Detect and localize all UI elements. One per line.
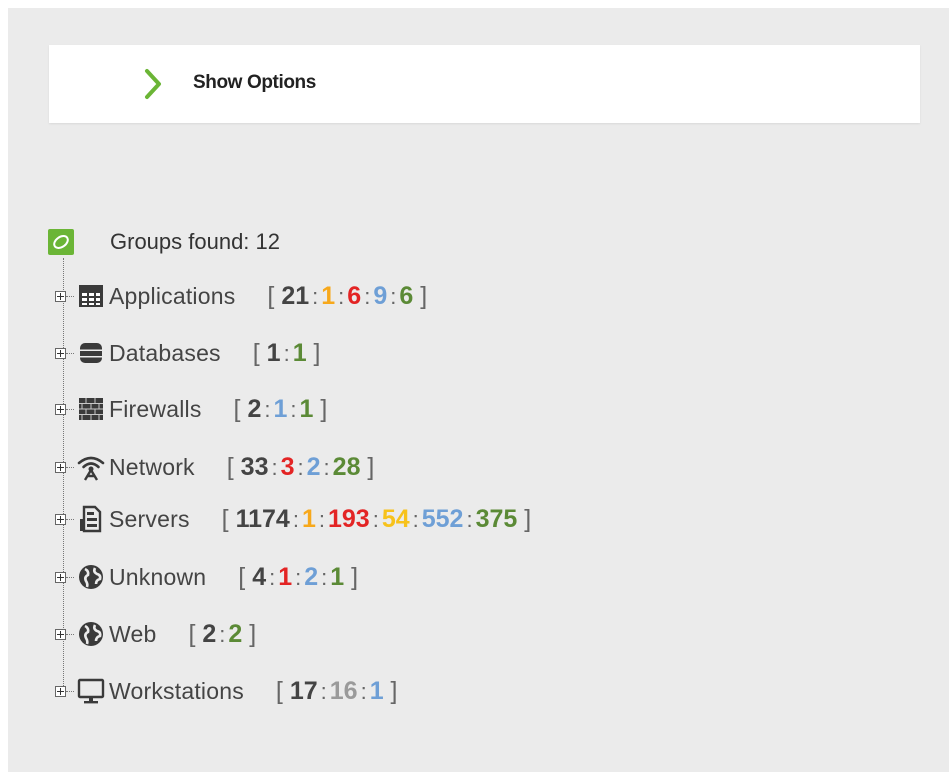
- status-count: 193: [327, 504, 370, 533]
- tree-row-databases[interactable]: Databases [ 1:1 ]: [55, 336, 321, 370]
- status-count: 33: [240, 452, 269, 481]
- tree-row-firewalls[interactable]: Firewalls [ 2:1:1 ]: [55, 392, 327, 426]
- status-count: 1: [299, 394, 314, 423]
- tree-branch-line: [66, 518, 74, 520]
- status-count: 375: [475, 504, 518, 533]
- expand-plus-icon[interactable]: [55, 571, 66, 583]
- status-count: 6: [347, 281, 362, 310]
- group-status-counts: [ 33:3:2:28 ]: [226, 452, 375, 481]
- server-icon: [76, 504, 106, 534]
- antenna-icon: [76, 452, 106, 482]
- status-count: 1: [369, 676, 384, 705]
- status-count: 1: [278, 562, 293, 591]
- status-count: 1: [301, 504, 316, 533]
- status-count: 552: [421, 504, 464, 533]
- group-status-counts: [ 2:1:1 ]: [233, 394, 328, 423]
- chevron-right-icon: [145, 69, 161, 99]
- expand-plus-icon[interactable]: [55, 513, 66, 525]
- group-name[interactable]: Workstations: [109, 678, 244, 705]
- status-count: 2: [304, 562, 319, 591]
- expand-plus-icon[interactable]: [55, 461, 66, 473]
- status-count: 54: [381, 504, 410, 533]
- expand-plus-icon[interactable]: [55, 628, 66, 640]
- tree-branch-line: [66, 295, 74, 297]
- group-name[interactable]: Unknown: [109, 564, 206, 591]
- status-count: 1: [292, 338, 307, 367]
- expand-plus-icon[interactable]: [55, 685, 66, 697]
- tree-row-applications[interactable]: Applications [ 21:1:6:9:6 ]: [55, 279, 427, 313]
- globe-icon: [76, 619, 106, 649]
- expand-plus-icon[interactable]: [55, 290, 66, 302]
- group-status-counts: [ 2:2 ]: [188, 619, 257, 648]
- status-count: 21: [281, 281, 310, 310]
- status-count: 1: [273, 394, 288, 423]
- status-count: 1: [321, 281, 336, 310]
- tree-branch-line: [66, 633, 74, 635]
- expand-plus-icon[interactable]: [55, 403, 66, 415]
- expand-plus-icon[interactable]: [55, 347, 66, 359]
- status-count: 28: [332, 452, 361, 481]
- tree-branch-line: [66, 576, 74, 578]
- tree-branch-line: [66, 466, 74, 468]
- group-status-counts: [ 21:1:6:9:6 ]: [267, 281, 428, 310]
- group-status-counts: [ 1:1 ]: [252, 338, 321, 367]
- tree-row-web[interactable]: Web [ 2:2 ]: [55, 617, 256, 651]
- firewall-brick-icon: [76, 394, 106, 424]
- tree-row-servers[interactable]: Servers [ 1174:1:193:54:552:375 ]: [55, 502, 531, 536]
- status-count: 2: [247, 394, 262, 423]
- status-count: 17: [289, 676, 318, 705]
- status-count: 3: [280, 452, 295, 481]
- tree-branch-line: [66, 408, 74, 410]
- groups-found-label: Groups found: 12: [110, 229, 281, 254]
- group-name[interactable]: Databases: [109, 340, 221, 367]
- database-icon: [76, 338, 106, 368]
- status-count: 6: [399, 281, 414, 310]
- show-options-label: Show Options: [193, 72, 316, 93]
- status-count: 2: [306, 452, 321, 481]
- group-status-counts: [ 1174:1:193:54:552:375 ]: [221, 504, 532, 533]
- group-name[interactable]: Servers: [109, 506, 190, 533]
- status-count: 2: [228, 619, 243, 648]
- tree-branch-line: [66, 352, 74, 354]
- monitor-icon: [76, 676, 106, 706]
- tree-row-workstations[interactable]: Workstations [ 17:16:1 ]: [55, 674, 398, 708]
- status-count: 1: [266, 338, 281, 367]
- group-name[interactable]: Applications: [109, 283, 235, 310]
- group-name[interactable]: Network: [109, 454, 195, 481]
- tree-row-unknown[interactable]: Unknown [ 4:1:2:1 ]: [55, 560, 358, 594]
- group-name[interactable]: Web: [109, 621, 156, 648]
- status-count: 1174: [235, 504, 290, 533]
- tree-row-network[interactable]: Network [ 33:3:2:28 ]: [55, 450, 374, 484]
- pandora-logo-icon: [48, 229, 74, 255]
- status-count: 1: [330, 562, 345, 591]
- tree-root: Groups found: 12: [48, 226, 280, 258]
- group-name[interactable]: Firewalls: [109, 396, 202, 423]
- status-count: 9: [373, 281, 388, 310]
- status-count: 16: [329, 676, 358, 705]
- globe-icon: [76, 562, 106, 592]
- applications-grid-icon: [76, 281, 106, 311]
- status-count: 4: [252, 562, 267, 591]
- show-options-toggle[interactable]: Show Options: [49, 45, 920, 123]
- group-status-counts: [ 17:16:1 ]: [275, 676, 398, 705]
- tree-branch-line: [66, 690, 74, 692]
- group-status-counts: [ 4:1:2:1 ]: [238, 562, 359, 591]
- status-count: 2: [202, 619, 217, 648]
